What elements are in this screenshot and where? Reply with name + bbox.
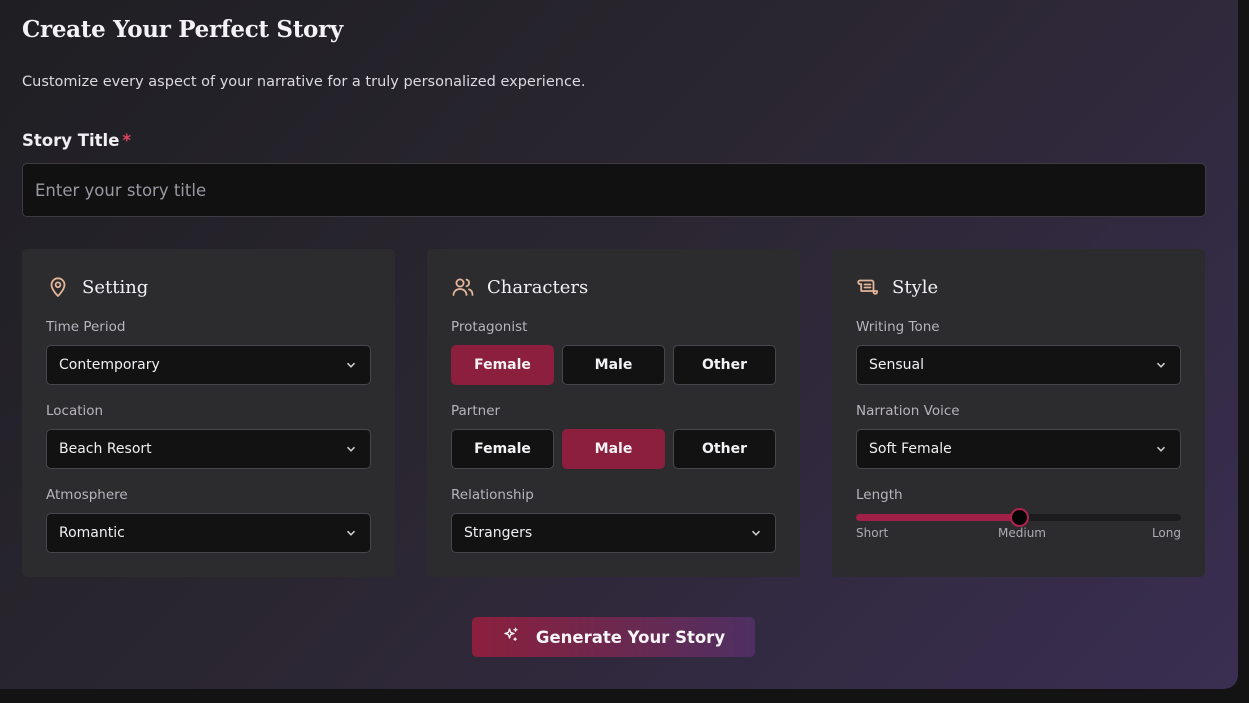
- style-card: Style Writing Tone Sensual Narration Voi…: [832, 249, 1205, 577]
- protagonist-other-button[interactable]: Other: [673, 345, 776, 385]
- users-icon: [451, 275, 475, 299]
- characters-card-header: Characters: [451, 275, 588, 299]
- narration-voice-value: Soft Female: [869, 441, 952, 457]
- characters-card-title: Characters: [487, 276, 589, 298]
- narration-voice-select[interactable]: Soft Female: [856, 429, 1181, 469]
- location-label: Location: [46, 403, 104, 419]
- length-slider-fill: [856, 514, 1019, 521]
- setting-card-title: Setting: [82, 276, 149, 298]
- time-period-select[interactable]: Contemporary: [46, 345, 371, 385]
- chevron-down-icon: [346, 362, 356, 368]
- story-title-label: Story Title *: [22, 131, 131, 150]
- partner-male-button[interactable]: Male: [562, 429, 665, 469]
- generate-story-button[interactable]: Generate Your Story: [472, 617, 755, 657]
- chevron-down-icon: [1156, 362, 1166, 368]
- setting-card-header: Setting: [46, 275, 148, 299]
- generate-story-label: Generate Your Story: [535, 627, 726, 647]
- length-tick-medium: Medium: [998, 526, 1046, 540]
- partner-female-button[interactable]: Female: [451, 429, 554, 469]
- page-title: Create Your Perfect Story: [22, 16, 343, 43]
- writing-tone-label: Writing Tone: [856, 319, 940, 335]
- relationship-label: Relationship: [451, 487, 534, 503]
- narration-voice-label: Narration Voice: [856, 403, 960, 419]
- atmosphere-label: Atmosphere: [46, 487, 128, 503]
- writing-tone-select[interactable]: Sensual: [856, 345, 1181, 385]
- protagonist-female-button[interactable]: Female: [451, 345, 554, 385]
- story-title-label-text: Story Title: [22, 131, 120, 150]
- sparkles-icon: [502, 626, 520, 648]
- required-mark: *: [122, 131, 132, 150]
- protagonist-options: Female Male Other: [451, 345, 776, 385]
- writing-tone-value: Sensual: [869, 357, 925, 373]
- scroll-icon: [856, 275, 880, 299]
- protagonist-label: Protagonist: [451, 319, 528, 335]
- page-subtitle: Customize every aspect of your narrative…: [22, 74, 586, 90]
- location-select[interactable]: Beach Resort: [46, 429, 371, 469]
- length-tick-long: Long: [1151, 526, 1181, 540]
- chevron-down-icon: [1156, 446, 1166, 452]
- length-label: Length: [856, 487, 903, 503]
- relationship-value: Strangers: [464, 525, 533, 541]
- partner-label: Partner: [451, 403, 501, 419]
- partner-options: Female Male Other: [451, 429, 776, 469]
- atmosphere-value: Romantic: [59, 525, 125, 541]
- chevron-down-icon: [751, 530, 761, 536]
- map-pin-icon: [46, 275, 70, 299]
- chevron-down-icon: [346, 530, 356, 536]
- setting-card: Setting Time Period Contemporary Locatio…: [22, 249, 395, 577]
- time-period-value: Contemporary: [59, 357, 160, 373]
- length-tick-short: Short: [856, 526, 889, 540]
- style-card-header: Style: [856, 275, 938, 299]
- location-value: Beach Resort: [59, 441, 152, 457]
- story-title-input[interactable]: [22, 163, 1206, 217]
- length-slider-thumb[interactable]: [1009, 508, 1029, 527]
- style-card-title: Style: [892, 276, 939, 298]
- characters-card: Characters Protagonist Female Male Other…: [427, 249, 800, 577]
- chevron-down-icon: [346, 446, 356, 452]
- protagonist-male-button[interactable]: Male: [562, 345, 665, 385]
- atmosphere-select[interactable]: Romantic: [46, 513, 371, 553]
- length-slider[interactable]: [856, 508, 1181, 527]
- relationship-select[interactable]: Strangers: [451, 513, 776, 553]
- time-period-label: Time Period: [46, 319, 126, 335]
- partner-other-button[interactable]: Other: [673, 429, 776, 469]
